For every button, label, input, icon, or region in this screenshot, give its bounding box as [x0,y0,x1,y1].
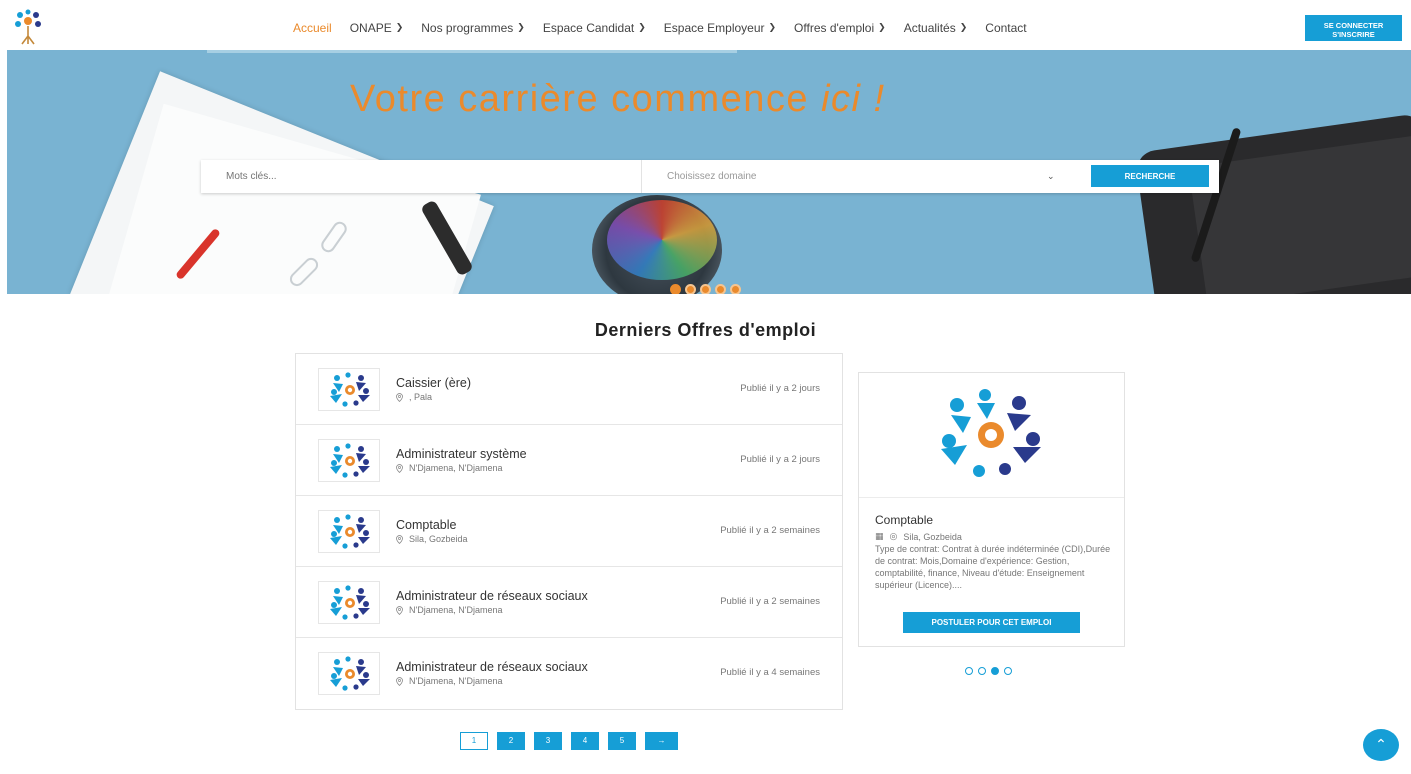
slider-dot[interactable] [730,284,741,294]
job-date: Publié il y a 2 semaines [720,596,820,607]
chevron-up-icon: ⌃ [1375,736,1387,752]
slider-dot[interactable] [685,284,696,294]
section-title: Derniers Offres d'emploi [594,320,817,340]
job-title[interactable]: Administrateur système [396,447,527,461]
job-location: Sila, Gozbeida [396,534,468,544]
hero-slider-dots [670,284,741,294]
page-button[interactable]: 5 [608,732,636,750]
featured-company-logo [859,373,1124,498]
site-header: Accueil ONAPE ❯ Nos programmes ❯ Espace Ca… [0,0,1411,50]
location-pin-icon: ◎ [889,531,898,541]
company-logo [318,368,380,411]
location-pin-icon [396,392,403,402]
hero-divider [207,50,737,53]
job-date: Publié il y a 2 jours [740,454,820,465]
featured-job-title[interactable]: Comptable [875,513,933,527]
onape-emblem-icon [941,389,1041,477]
chevron-down-icon: ❯ [638,21,646,32]
hero-title: Votre carrière commence ici ! [350,78,886,120]
job-list-item[interactable]: Administrateur de réseaux sociaux N'Djam… [296,567,842,638]
job-location: , Pala [396,392,432,402]
slider-dot[interactable] [991,667,999,675]
slider-dot[interactable] [670,284,681,294]
location-pin-icon [396,463,403,473]
nav-item-onape[interactable]: ONAPE ❯ [350,21,404,35]
nav-item-employeur[interactable]: Espace Employeur ❯ [664,21,776,35]
job-title[interactable]: Administrateur de réseaux sociaux [396,589,588,603]
scroll-to-top-button[interactable]: ⌃ [1363,729,1399,761]
job-list-item[interactable]: Comptable Sila, Gozbeida Publié il y a 2… [296,496,842,567]
slider-dot[interactable] [700,284,711,294]
page-button[interactable]: 2 [497,732,525,750]
job-title[interactable]: Caissier (ère) [396,376,471,390]
keywords-input[interactable] [201,160,641,193]
page-button[interactable]: 3 [534,732,562,750]
nav-item-offres[interactable]: Offres d'emploi ❯ [794,21,886,35]
featured-slider-dots [965,667,1012,675]
location-pin-icon [396,534,403,544]
company-logo [318,439,380,482]
apply-job-button[interactable]: POSTULER POUR CET EMPLOI [903,612,1080,633]
slider-dot[interactable] [1004,667,1012,675]
job-location: N'Djamena, N'Djamena [396,605,502,615]
pagination: 1 2 3 4 5 → [460,732,678,750]
chevron-down-icon: ❯ [768,21,777,32]
pencils-decoration [607,200,717,280]
nav-item-contact[interactable]: Contact [985,21,1026,35]
job-date: Publié il y a 2 semaines [720,525,820,536]
slider-dot[interactable] [978,667,986,675]
company-logo [318,510,380,553]
job-list-item[interactable]: Caissier (ère) , Pala Publié il y a 2 jo… [296,354,842,425]
main-nav: Accueil ONAPE ❯ Nos programmes ❯ Espace Ca… [293,21,1027,35]
job-location: N'Djamena, N'Djamena [396,463,502,473]
nav-item-programmes[interactable]: Nos programmes ❯ [421,21,525,35]
search-button[interactable]: RECHERCHE [1091,165,1209,187]
featured-job-card: Comptable ▦ ◎ Sila, Gozbeida Type de con… [858,372,1125,647]
hero-banner: Votre carrière commence ici ! Choisissez… [7,50,1411,294]
featured-job-description: Type de contrat: Contrat à durée indéter… [875,544,1111,590]
building-icon: ▦ [875,531,884,541]
location-pin-icon [396,605,403,615]
location-pin-icon [396,676,403,686]
job-list-item[interactable]: Administrateur de réseaux sociaux N'Djam… [296,638,842,709]
job-title[interactable]: Administrateur de réseaux sociaux [396,660,588,674]
job-search-bar: Choisissez domaine ⌄ RECHERCHE [201,160,1219,193]
slider-dot[interactable] [965,667,973,675]
login-register-button[interactable]: SE CONNECTER S'INSCRIRE [1305,15,1402,41]
job-date: Publié il y a 4 semaines [720,667,820,678]
page-button[interactable]: 1 [460,732,488,750]
job-list: Caissier (ère) , Pala Publié il y a 2 jo… [295,353,843,710]
chevron-down-icon: ❯ [395,21,404,32]
domain-select[interactable]: Choisissez domaine ⌄ [642,160,1062,193]
onape-logo[interactable] [10,8,46,48]
company-logo [318,652,380,695]
job-list-item[interactable]: Administrateur système N'Djamena, N'Djam… [296,425,842,496]
page-button[interactable]: 4 [571,732,599,750]
chevron-down-icon: ❯ [517,21,525,32]
company-logo [318,581,380,624]
chevron-down-icon: ❯ [878,21,886,32]
job-title[interactable]: Comptable [396,518,456,532]
nav-item-actualites[interactable]: Actualités ❯ [904,21,968,35]
job-location: N'Djamena, N'Djamena [396,676,502,686]
chevron-down-icon: ❯ [959,21,968,32]
featured-job-location: ▦ ◎ Sila, Gozbeida [875,531,962,542]
nav-item-candidat[interactable]: Espace Candidat ❯ [543,21,646,35]
chevron-down-icon: ⌄ [1047,171,1055,181]
nav-item-accueil[interactable]: Accueil [293,21,332,35]
job-date: Publié il y a 2 jours [740,383,820,394]
slider-dot[interactable] [715,284,726,294]
next-page-button[interactable]: → [645,732,678,750]
